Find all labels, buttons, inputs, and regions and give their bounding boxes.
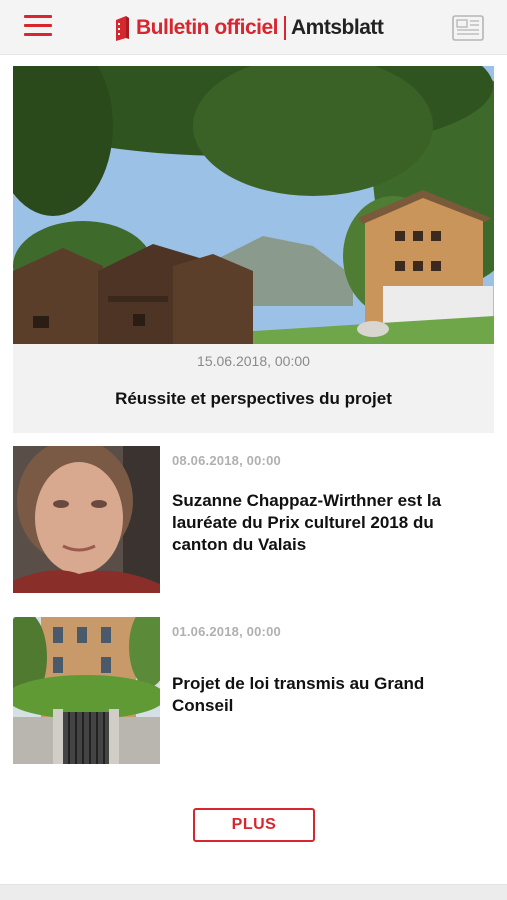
article-title: Suzanne Chappaz-Wirthner est la lauréate… xyxy=(172,491,442,554)
newspaper-icon[interactable] xyxy=(452,15,484,41)
article-date: 01.06.2018, 00:00 xyxy=(172,624,281,639)
bottom-bar xyxy=(0,884,507,900)
article-date: 08.06.2018, 00:00 xyxy=(172,453,281,468)
logo-divider xyxy=(284,16,287,40)
article-list-item[interactable]: 01.06.2018, 00:00 Projet de loi transmis… xyxy=(13,617,494,764)
hamburger-icon[interactable] xyxy=(24,15,52,39)
article-thumbnail-portrait xyxy=(13,446,160,593)
featured-article-card[interactable]: 15.06.2018, 00:00 Réussite et perspectiv… xyxy=(13,66,494,433)
logo-text-secondary: Amtsblatt xyxy=(291,16,384,39)
featured-date: 15.06.2018, 00:00 xyxy=(197,353,310,369)
featured-title: Réussite et perspectives du projet xyxy=(115,389,392,408)
app-logo: Bulletin officiel Amtsblatt xyxy=(114,12,384,44)
logo-text-primary: Bulletin officiel xyxy=(136,16,279,39)
article-title: Projet de loi transmis au Grand Conseil xyxy=(172,674,425,715)
more-button[interactable]: PLUS xyxy=(193,808,315,842)
logo-mark-icon xyxy=(116,16,129,41)
app-header: Bulletin officiel Amtsblatt xyxy=(0,0,507,55)
article-thumbnail-building xyxy=(13,617,160,764)
article-list-item[interactable]: 08.06.2018, 00:00 Suzanne Chappaz-Wirthn… xyxy=(13,446,494,593)
featured-image xyxy=(13,66,494,344)
